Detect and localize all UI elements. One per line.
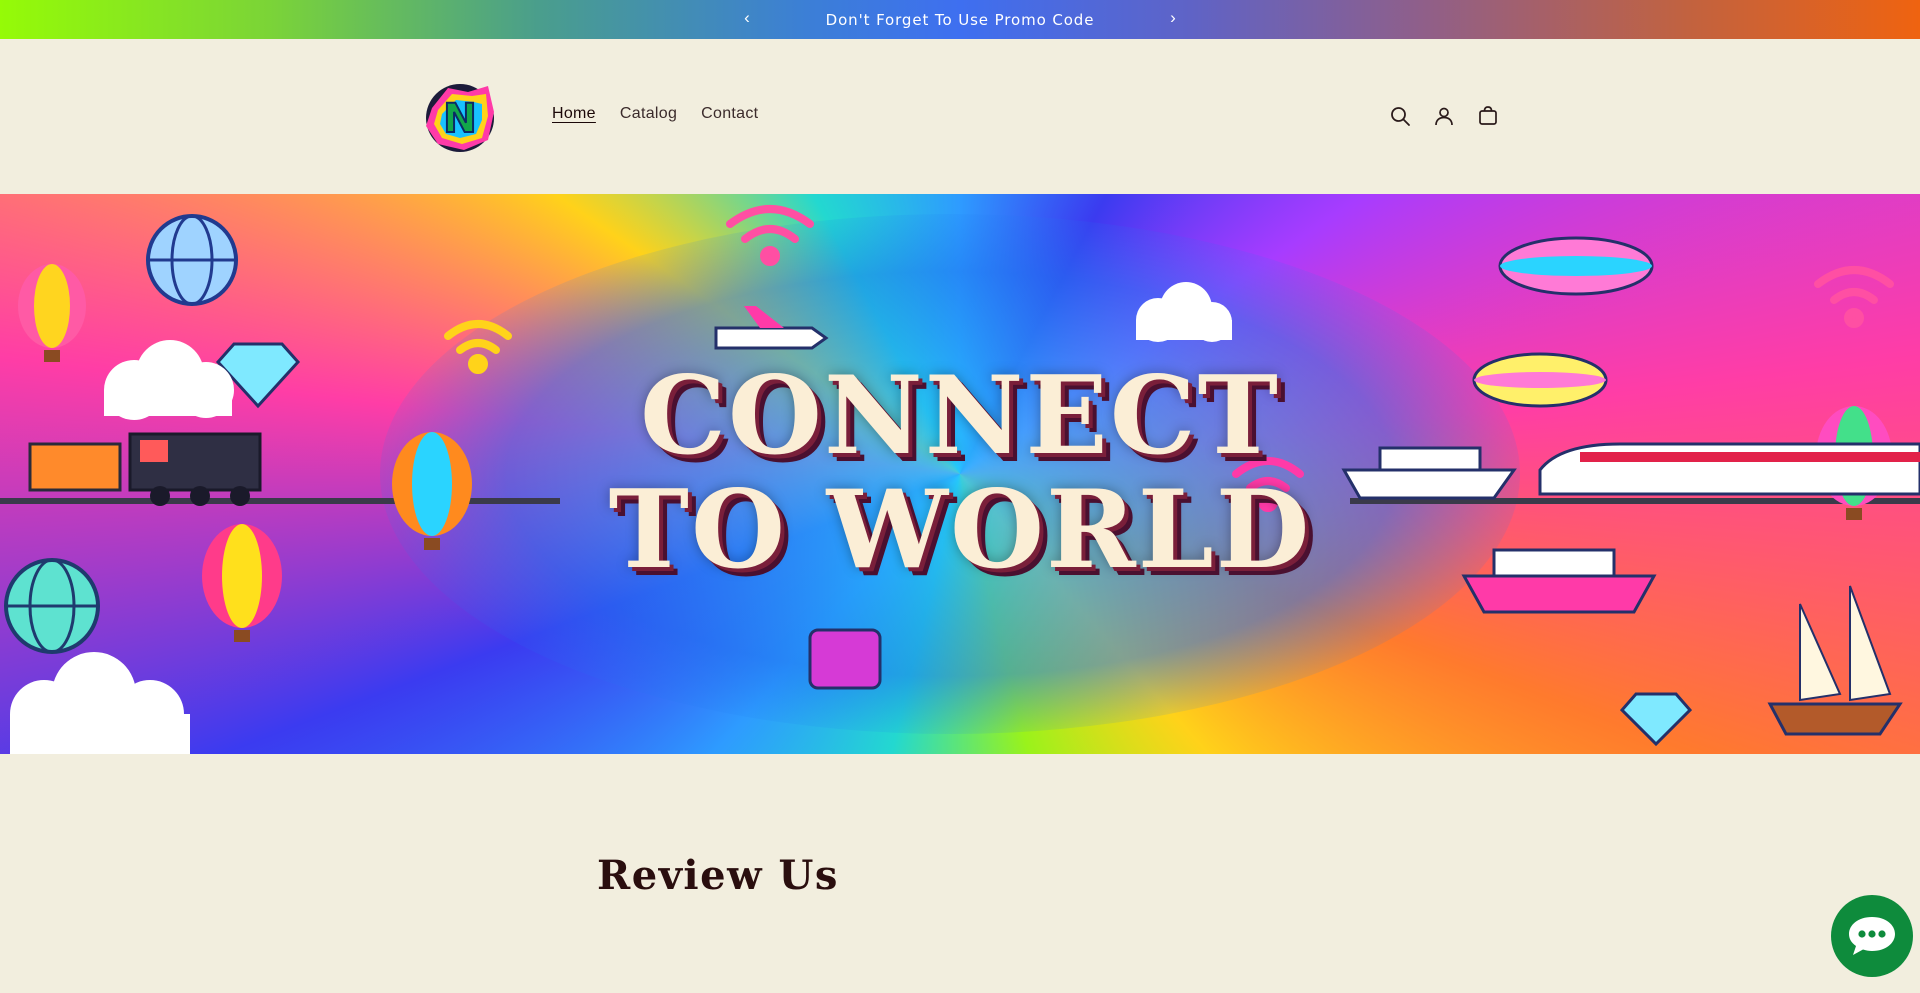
announcement-next-button[interactable]: › — [1159, 6, 1187, 30]
hot-air-balloon-icon — [18, 264, 86, 362]
logo-icon: N — [426, 84, 494, 152]
diamond-icon — [1619, 692, 1693, 747]
cart-button[interactable] — [1473, 101, 1503, 131]
announcement-prev-button[interactable]: ‹ — [733, 6, 761, 30]
hero-title-line2: TO WORLD — [608, 467, 1312, 593]
chat-bubble-icon — [1849, 917, 1895, 955]
cart-icon — [1479, 106, 1497, 125]
chevron-left-icon: ‹ — [744, 8, 750, 27]
announcement-text: Don't Forget To Use Promo Code — [825, 10, 1095, 29]
sailing-ship-icon — [1767, 585, 1903, 736]
cloud-icon — [10, 652, 190, 754]
chevron-right-icon: › — [1170, 8, 1176, 27]
nav-catalog-link[interactable]: Catalog — [608, 105, 689, 123]
svg-text:N: N — [443, 96, 476, 142]
search-button[interactable] — [1385, 101, 1415, 131]
account-button[interactable] — [1429, 101, 1459, 131]
chat-button[interactable] — [1831, 895, 1913, 977]
header-icons — [1385, 101, 1503, 131]
cloud-icon — [1136, 282, 1232, 342]
wifi-icon — [726, 205, 814, 266]
main-nav: Home Catalog Contact — [540, 105, 770, 123]
airship-icon — [1498, 236, 1654, 296]
nav-home-link[interactable]: Home — [540, 105, 608, 123]
account-icon — [1435, 107, 1453, 126]
nav-contact-link[interactable]: Contact — [689, 105, 770, 123]
site-logo[interactable]: N — [418, 78, 502, 155]
globe-icon — [146, 214, 238, 306]
announcement-bar: ‹ Don't Forget To Use Promo Code › — [0, 0, 1920, 39]
site-header: N Home Catalog Contact — [0, 39, 1920, 194]
hero-title-line1: CONNECT — [639, 353, 1281, 479]
airplane-icon — [714, 306, 829, 350]
hero-banner[interactable]: CONNECT TO WORLD — [0, 194, 1920, 754]
search-icon — [1391, 107, 1410, 126]
suitcase-icon — [808, 628, 882, 690]
wifi-icon — [1814, 266, 1894, 328]
review-section-title: Review Us — [597, 852, 839, 899]
